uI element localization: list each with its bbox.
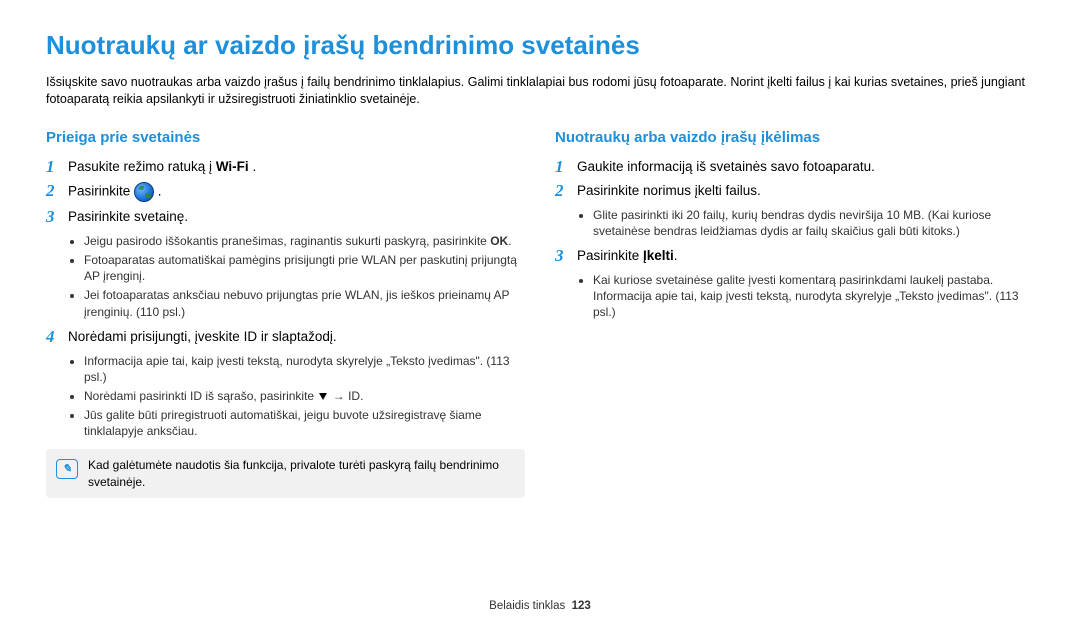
text: → ID. [329,389,363,403]
text: Pasirinkite [577,248,643,263]
text: Norėdami pasirinkti ID iš sąrašo, pasiri… [84,389,317,403]
chevron-down-icon [319,393,327,400]
right-step-3-sub: Kai kuriose svetainėse galite įvesti kom… [555,272,1034,321]
list-item: Jeigu pasirodo iššokantis pranešimas, ra… [84,233,525,249]
left-heading: Prieiga prie svetainės [46,129,525,146]
note-box: ✎ Kad galėtumėte naudotis šia funkcija, … [46,449,525,497]
step-number: 2 [555,182,577,201]
step-number: 2 [46,182,68,201]
left-step-3: 3 Pasirinkite svetainę. [46,208,525,227]
list-item: Jei fotoaparatas anksčiau nebuvo prijung… [84,287,525,319]
right-step-3: 3 Pasirinkite Įkelti. [555,247,1034,266]
text: . [674,248,678,263]
wifi-label: Wi-Fi [216,159,249,174]
step-text: Pasirinkite Įkelti. [577,247,1034,265]
list-item: Kai kuriose svetainėse galite įvesti kom… [593,272,1034,321]
upload-label: Įkelti [643,248,674,263]
list-item: Jūs galite būti priregistruoti automatiš… [84,407,525,439]
right-step-2-sub: Glite pasirinkti iki 20 failų, kurių ben… [555,207,1034,239]
step-text: Gaukite informaciją iš svetainės savo fo… [577,158,1034,176]
text: Pasukite režimo ratuką į [68,159,216,174]
step-text: Pasirinkite norimus įkelti failus. [577,182,1034,200]
list-item: Fotoaparatas automatiškai pamėgins prisi… [84,252,525,284]
ok-label: OK [490,234,508,248]
step-number: 1 [555,158,577,177]
left-step-4: 4 Norėdami prisijungti, įveskite ID ir s… [46,328,525,347]
step-number: 4 [46,328,68,347]
step-text: Pasirinkite . [68,182,525,202]
globe-icon [134,182,154,202]
list-item: Glite pasirinkti iki 20 failų, kurių ben… [593,207,1034,239]
left-step-4-sub: Informacija apie tai, kaip įvesti tekstą… [46,353,525,440]
left-step-1: 1 Pasukite režimo ratuką į Wi-Fi . [46,158,525,177]
text: . [249,159,257,174]
step-text: Norėdami prisijungti, įveskite ID ir sla… [68,328,525,346]
right-heading: Nuotraukų arba vaizdo įrašų įkėlimas [555,129,1034,146]
right-column: Nuotraukų arba vaizdo įrašų įkėlimas 1 G… [555,129,1034,498]
step-text: Pasukite režimo ratuką į Wi-Fi . [68,158,525,176]
step-number: 3 [555,247,577,266]
note-icon: ✎ [56,459,78,479]
list-item: Norėdami pasirinkti ID iš sąrašo, pasiri… [84,388,525,404]
note-text: Kad galėtumėte naudotis šia funkcija, pr… [88,457,515,489]
footer-page: 123 [572,600,591,612]
step-number: 3 [46,208,68,227]
page-title: Nuotraukų ar vaizdo įrašų bendrinimo sve… [46,30,1034,61]
list-item: Informacija apie tai, kaip įvesti tekstą… [84,353,525,385]
right-step-1: 1 Gaukite informaciją iš svetainės savo … [555,158,1034,177]
page-footer: Belaidis tinklas 123 [0,600,1080,612]
text: . [154,184,162,199]
text: Pasirinkite [68,184,134,199]
step-text: Pasirinkite svetainę. [68,208,525,226]
left-step-2: 2 Pasirinkite . [46,182,525,202]
right-step-2: 2 Pasirinkite norimus įkelti failus. [555,182,1034,201]
content-columns: Prieiga prie svetainės 1 Pasukite režimo… [46,129,1034,498]
left-step-3-sub: Jeigu pasirodo iššokantis pranešimas, ra… [46,233,525,320]
left-column: Prieiga prie svetainės 1 Pasukite režimo… [46,129,525,498]
text: . [508,234,511,248]
footer-section: Belaidis tinklas [489,600,565,612]
step-number: 1 [46,158,68,177]
text: Jeigu pasirodo iššokantis pranešimas, ra… [84,234,490,248]
intro-text: Išsiųskite savo nuotraukas arba vaizdo į… [46,74,1034,109]
